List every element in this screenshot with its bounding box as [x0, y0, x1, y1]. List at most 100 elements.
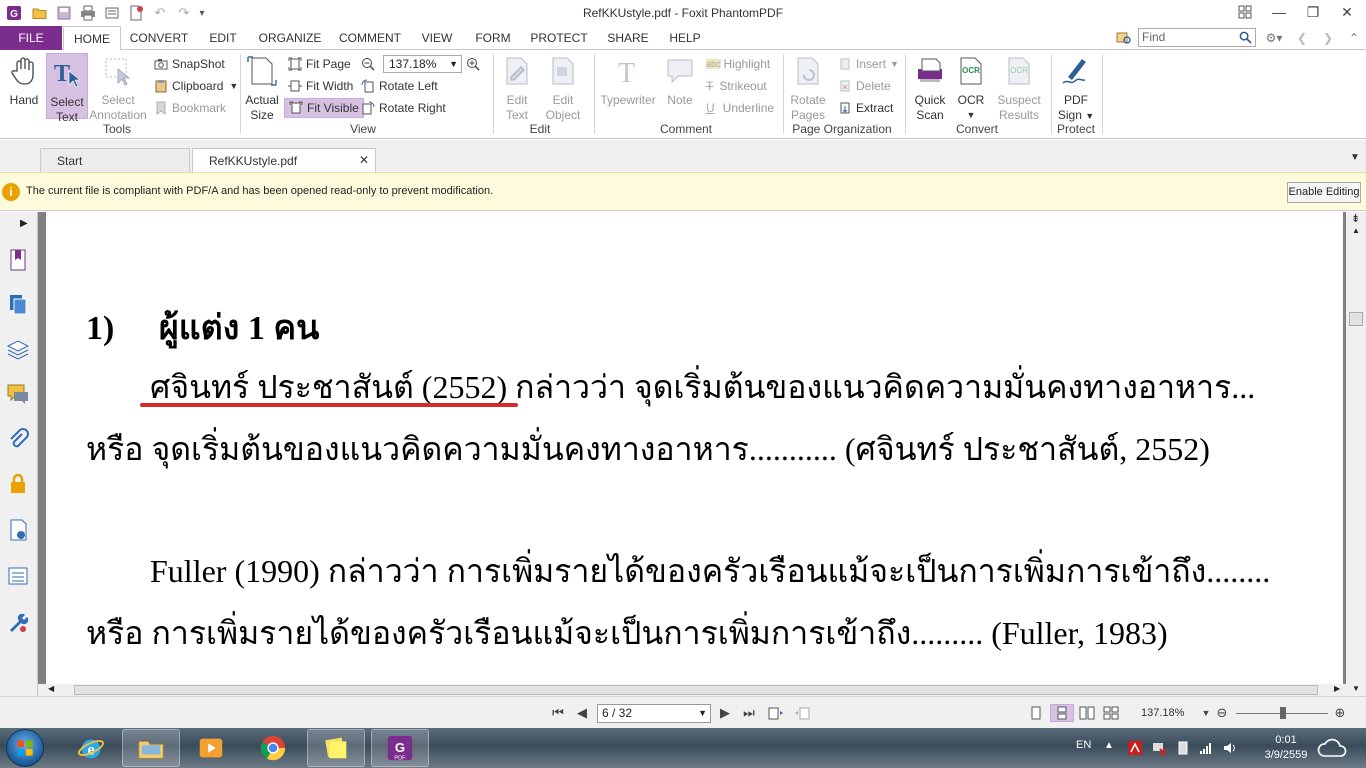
pages-thumbnails-icon[interactable] — [6, 292, 30, 316]
zoom-level-select[interactable]: 137.18% ▼ — [383, 55, 462, 73]
tab-comment[interactable]: COMMENT — [332, 26, 408, 50]
extract-button[interactable]: Extract — [838, 99, 893, 117]
close-window-button[interactable]: ✕ — [1330, 0, 1364, 24]
fit-page-button[interactable]: Fit Page — [288, 55, 351, 73]
find-options-icon[interactable] — [1115, 29, 1133, 47]
usb-device-icon[interactable] — [1175, 740, 1191, 756]
vertical-scroll-thumb[interactable] — [1349, 312, 1363, 326]
tools-wrench-icon[interactable] — [6, 610, 30, 634]
antivirus-icon[interactable] — [1127, 740, 1143, 756]
last-page-icon[interactable]: ⏭ — [741, 705, 757, 721]
bookmarks-icon[interactable] — [6, 248, 30, 272]
content-list-icon[interactable] — [6, 564, 30, 588]
split-view-icon[interactable]: ⇟ — [1351, 212, 1360, 225]
facing-pages-view-icon[interactable] — [1078, 705, 1096, 721]
next-page-icon[interactable]: ▶ — [719, 705, 731, 721]
next-view-icon[interactable] — [793, 705, 811, 721]
zoom-slider-thumb[interactable] — [1280, 707, 1286, 719]
page-number-input[interactable]: 6 / 32 ▼ — [597, 704, 711, 723]
settings-gear-icon[interactable]: ⚙▾ — [1262, 29, 1286, 47]
signal-strength-icon[interactable] — [1198, 740, 1214, 756]
rotate-right-button[interactable]: Rotate Right — [361, 99, 446, 117]
previous-arrow-icon[interactable]: ❮ — [1294, 29, 1310, 47]
volume-icon[interactable] — [1222, 740, 1238, 756]
tab-edit[interactable]: EDIT — [198, 26, 248, 50]
file-tab[interactable]: FILE — [0, 26, 62, 50]
network-error-icon[interactable] — [1151, 740, 1167, 756]
foxit-phantompdf-taskbar-button[interactable]: G PDF — [371, 729, 429, 767]
actual-size-button[interactable]: Actual Size — [245, 55, 279, 123]
first-page-icon[interactable]: ⏮ — [550, 705, 566, 721]
strikeout-button[interactable]: T Strikeout — [706, 77, 767, 95]
tab-list-dropdown-icon[interactable]: ▼ — [1350, 152, 1360, 163]
collapse-ribbon-icon[interactable]: ⌃ — [1346, 29, 1362, 47]
start-button[interactable] — [6, 729, 44, 767]
tab-refkkustyle[interactable]: RefKKUstyle.pdf ✕ — [192, 148, 376, 172]
horizontal-scroll-thumb[interactable] — [74, 685, 1318, 695]
underline-button[interactable]: U Underline — [706, 99, 774, 117]
tab-protect[interactable]: PROTECT — [524, 26, 594, 50]
language-indicator[interactable]: EN — [1076, 739, 1091, 751]
bookmark-button[interactable]: Bookmark — [154, 99, 226, 117]
tab-organize[interactable]: ORGANIZE — [252, 26, 328, 50]
media-player-taskbar-button[interactable] — [182, 729, 240, 767]
scroll-down-arrow-icon[interactable]: ▼ — [1352, 684, 1360, 693]
tab-form[interactable]: FORM — [468, 26, 518, 50]
tab-start[interactable]: Start — [40, 148, 190, 172]
snapshot-button[interactable]: SnapShot — [154, 55, 225, 73]
single-page-view-icon[interactable] — [1028, 705, 1044, 721]
tab-view[interactable]: VIEW — [412, 26, 462, 50]
fit-width-button[interactable]: Fit Width — [288, 77, 353, 95]
rotate-pages-button[interactable]: Rotate Pages — [787, 55, 829, 123]
restore-button[interactable]: ❐ — [1296, 0, 1330, 24]
file-explorer-taskbar-button[interactable] — [122, 729, 180, 767]
tab-help[interactable]: HELP — [662, 26, 708, 50]
zoom-out-icon[interactable]: ⊖ — [1214, 705, 1230, 721]
tab-convert[interactable]: CONVERT — [124, 26, 194, 50]
show-hidden-icons-icon[interactable]: ▲ — [1104, 740, 1120, 756]
cloud-sync-icon[interactable] — [1316, 736, 1350, 760]
signatures-icon[interactable] — [6, 518, 30, 542]
tab-home[interactable]: HOME — [63, 26, 121, 51]
previous-view-icon[interactable] — [767, 705, 785, 721]
minimize-button[interactable]: — — [1262, 0, 1296, 24]
expand-panel-icon[interactable]: ▶ — [20, 218, 28, 229]
search-icon[interactable] — [1238, 30, 1252, 44]
scroll-left-arrow-icon[interactable]: ◀ — [48, 684, 54, 693]
delete-button[interactable]: Delete — [838, 77, 891, 95]
select-annotation-button[interactable]: Select Annotation — [89, 55, 147, 123]
edit-object-button[interactable]: Edit Object — [540, 55, 586, 123]
zoom-dropdown-icon[interactable]: ▼ — [1200, 705, 1212, 721]
internet-explorer-taskbar-button[interactable]: e — [62, 729, 120, 767]
pdf-sign-button[interactable]: PDF Sign ▼ — [1056, 55, 1096, 124]
attachments-icon[interactable] — [6, 428, 30, 452]
suspect-results-button[interactable]: OCR Suspect Results — [993, 55, 1045, 123]
scroll-up-arrow-icon[interactable]: ▲ — [1352, 226, 1360, 235]
insert-button[interactable]: Insert ▼ — [838, 55, 899, 73]
fit-visible-button[interactable]: Fit Visible — [284, 98, 364, 118]
comments-icon[interactable] — [6, 382, 30, 406]
zoom-in-button[interactable] — [466, 55, 484, 73]
continuous-facing-view-icon[interactable] — [1102, 705, 1120, 721]
previous-page-icon[interactable]: ◀ — [576, 705, 588, 721]
rotate-left-button[interactable]: Rotate Left — [361, 77, 438, 95]
ocr-button[interactable]: OCR OCR ▼ — [953, 55, 989, 123]
vertical-scrollbar[interactable]: ⇟ ▲ — [1346, 212, 1366, 684]
next-arrow-icon[interactable]: ❯ — [1320, 29, 1336, 47]
layers-icon[interactable] — [6, 338, 30, 362]
clipboard-button[interactable]: Clipboard ▼ — [154, 77, 238, 95]
highlight-button[interactable]: abc Highlight — [706, 55, 770, 73]
security-lock-icon[interactable] — [6, 472, 30, 496]
tab-share[interactable]: SHARE — [600, 26, 656, 50]
hand-tool-button[interactable]: Hand — [4, 55, 44, 108]
note-button[interactable]: Note — [662, 55, 698, 108]
zoom-in-icon[interactable]: ⊕ — [1332, 705, 1348, 721]
ribbon-display-icon[interactable] — [1228, 0, 1262, 24]
quick-scan-button[interactable]: Quick Scan — [909, 55, 951, 123]
sticky-notes-taskbar-button[interactable] — [307, 729, 365, 767]
zoom-out-button[interactable] — [361, 55, 379, 73]
horizontal-scrollbar[interactable]: ◀ ▶ — [38, 684, 1346, 696]
select-text-button[interactable]: T Select Text — [46, 53, 88, 124]
edit-text-button[interactable]: Edit Text — [498, 55, 536, 123]
typewriter-button[interactable]: T Typewriter — [598, 55, 658, 108]
